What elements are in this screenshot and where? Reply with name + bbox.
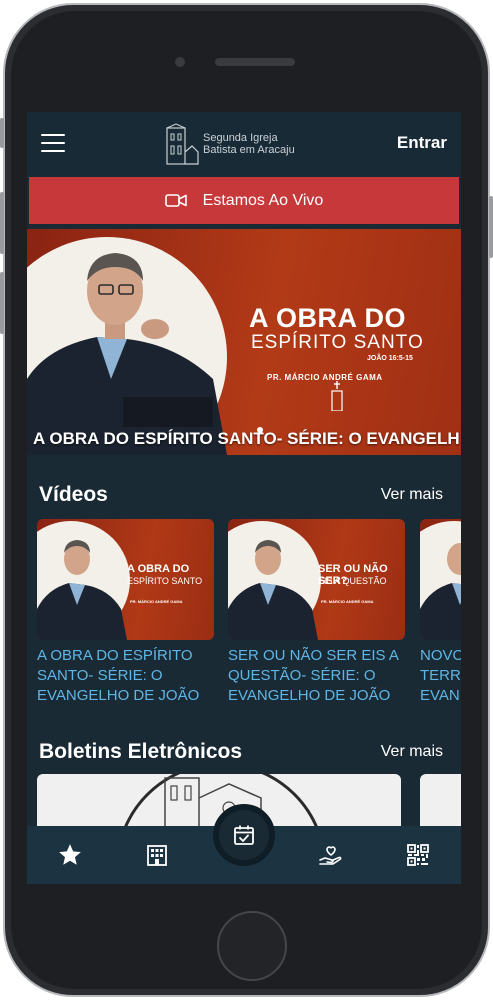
thumbnail-subtitle: ESPÍRITO SANTO <box>127 576 203 586</box>
video-title-line: EVANGELHO DE JOÃO <box>228 687 391 704</box>
carousel-indicator[interactable] <box>257 427 263 433</box>
video-title-line: SANTO- SÉRIE: O <box>37 667 163 684</box>
hero-carousel-slide[interactable]: A OBRA DO ESPÍRITO SANTO JOÃO 16:5-15 PR… <box>27 229 461 455</box>
home-button[interactable] <box>217 911 287 981</box>
videos-more-link[interactable]: Ver mais <box>381 486 443 504</box>
video-card[interactable]: SER OU NÃO SER? EIS A QUESTÃO PR. MÁRCIO… <box>228 519 405 706</box>
preacher-thumbnail-photo <box>37 540 127 640</box>
video-title-line: QUESTÃO- SÉRIE: O <box>228 667 376 684</box>
video-title: A OBRA DO ESPÍRITO SANTO- SÉRIE: O EVANG… <box>37 646 214 706</box>
power-button <box>489 196 493 258</box>
thumbnail-subtitle: EIS A QUESTÃO <box>318 576 387 586</box>
preacher-thumbnail-photo <box>228 540 318 640</box>
menu-icon[interactable] <box>41 134 65 152</box>
tab-agenda[interactable] <box>213 804 275 866</box>
hero-banner-subtitle: ESPÍRITO SANTO <box>251 332 424 353</box>
church-tower-icon <box>331 381 343 411</box>
tab-donations[interactable] <box>311 835 351 875</box>
logo-text: Segunda Igreja Batista em Aracaju <box>203 132 295 156</box>
hero-banner-title: A OBRA DO <box>249 303 406 333</box>
thumbnail-pastor: PR. MÁRCIO ANDRÉ GAMA <box>321 599 374 604</box>
app-screen: Segunda Igreja Batista em Aracaju Entrar… <box>27 112 461 884</box>
bottom-tab-bar <box>27 804 461 884</box>
logo-line-1: Segunda Igreja <box>203 132 278 144</box>
video-thumbnail <box>420 519 461 640</box>
logo-line-2: Batista em Aracaju <box>203 144 295 156</box>
video-title-line: TERRA <box>420 667 461 684</box>
live-stream-label: Estamos Ao Vivo <box>202 191 324 209</box>
video-thumbnail: A OBRA DO ESPÍRITO SANTO PR. MÁRCIO ANDR… <box>37 519 214 640</box>
boletins-section-header: Boletins Eletrônicos Ver mais <box>27 740 461 764</box>
boletim-card[interactable] <box>420 774 461 834</box>
mute-switch <box>0 118 4 148</box>
hero-caption: A OBRA DO ESPÍRITO SANTO- SÉRIE: O EVANG… <box>33 429 460 448</box>
app-header: Segunda Igreja Batista em Aracaju Entrar <box>27 112 461 174</box>
volume-up-button <box>0 192 4 254</box>
preacher-photo <box>27 253 227 455</box>
preacher-thumbnail-photo <box>420 543 461 640</box>
boletins-more-link[interactable]: Ver mais <box>381 743 443 761</box>
hand-heart-icon <box>318 846 342 865</box>
videos-carousel[interactable]: A OBRA DO ESPÍRITO SANTO PR. MÁRCIO ANDR… <box>37 519 461 709</box>
boletins-title: Boletins Eletrônicos <box>39 740 243 763</box>
star-icon <box>59 844 82 865</box>
tab-favorites[interactable] <box>50 835 90 875</box>
login-button[interactable]: Entrar <box>397 133 447 153</box>
earpiece-speaker <box>215 58 295 66</box>
volume-down-button <box>0 272 4 334</box>
building-icon <box>147 845 168 866</box>
front-camera <box>175 57 185 67</box>
video-title: SER OU NÃO SER EIS A QUESTÃO- SÉRIE: O E… <box>228 646 405 706</box>
video-title-line: A OBRA DO ESPÍRITO <box>37 647 193 664</box>
video-title-line: SER OU NÃO SER EIS A <box>228 647 399 664</box>
church-logo: Segunda Igreja Batista em Aracaju <box>165 120 305 168</box>
video-card[interactable]: A OBRA DO ESPÍRITO SANTO PR. MÁRCIO ANDR… <box>37 519 214 706</box>
video-title-line: EVANGELHO DE JOÃO <box>37 687 200 704</box>
hero-banner-pastor: PR. MÁRCIO ANDRÉ GAMA <box>267 373 383 382</box>
calendar-check-icon <box>234 825 254 845</box>
qr-code-icon <box>406 844 429 866</box>
videos-title: Vídeos <box>39 483 108 506</box>
tab-qr-code[interactable] <box>398 835 438 875</box>
videos-section-header: Vídeos Ver mais <box>27 483 461 507</box>
live-stream-banner[interactable]: Estamos Ao Vivo <box>29 177 459 224</box>
video-card[interactable]: NOVO TERRA EVAN <box>420 519 461 706</box>
video-title: NOVO TERRA EVAN <box>420 646 461 706</box>
video-thumbnail: SER OU NÃO SER? EIS A QUESTÃO PR. MÁRCIO… <box>228 519 405 640</box>
thumbnail-title: A OBRA DO <box>127 563 190 575</box>
video-title-line: EVAN <box>420 687 460 704</box>
church-building-icon <box>166 123 199 165</box>
tab-church[interactable] <box>137 835 177 875</box>
video-title-line: NOVO <box>420 647 461 664</box>
video-camera-icon <box>164 194 187 207</box>
hero-banner-reference: JOÃO 16:5-15 <box>367 355 413 362</box>
thumbnail-pastor: PR. MÁRCIO ANDRÉ GAMA <box>130 599 183 604</box>
